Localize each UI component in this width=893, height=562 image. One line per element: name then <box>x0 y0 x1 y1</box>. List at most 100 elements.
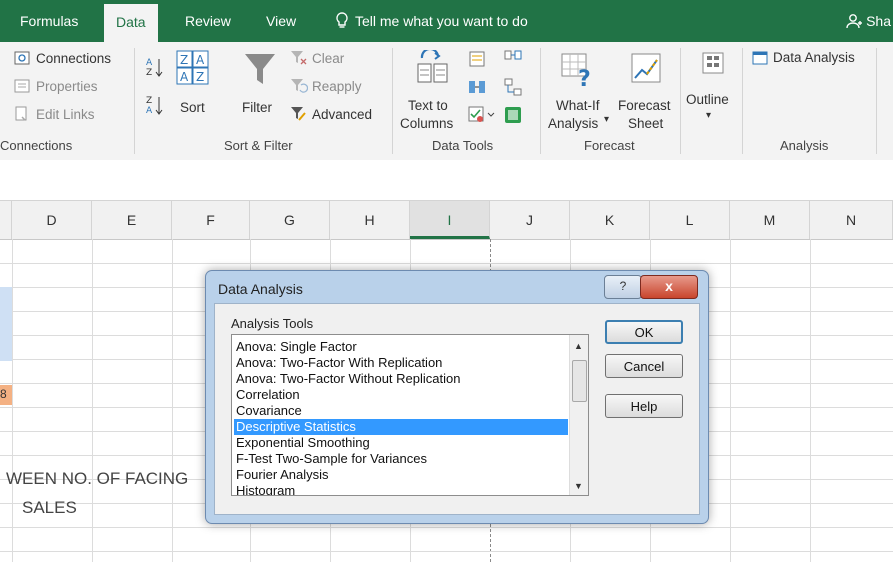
column-header-i[interactable]: I <box>410 201 490 239</box>
cancel-button[interactable]: Cancel <box>605 354 683 378</box>
dialog-close-button[interactable]: x <box>640 275 698 299</box>
outline-icon <box>702 52 724 74</box>
ok-button[interactable]: OK <box>605 320 683 344</box>
data-model-icon <box>505 107 521 123</box>
data-tools-group-label: Data Tools <box>432 138 494 153</box>
column-header-e[interactable]: E <box>92 201 172 239</box>
forecast-label-2: Sheet <box>628 116 664 131</box>
listbox-scrollbar[interactable]: ▲ ▼ <box>569 335 588 495</box>
sort-icon: Z AA Z <box>176 50 209 85</box>
analysis-group-label: Analysis <box>780 138 829 153</box>
svg-text:Z: Z <box>146 68 152 78</box>
outline-button[interactable]: Outline ▾ <box>684 50 742 132</box>
properties-label: Properties <box>36 78 98 94</box>
edit-links-icon <box>15 106 27 121</box>
tab-data[interactable]: Data <box>104 4 158 42</box>
forecast-group-label: Forecast <box>584 138 635 153</box>
column-header-d[interactable]: D <box>12 201 92 239</box>
forecast-label-1: Forecast <box>618 98 671 113</box>
advanced-filter-icon <box>291 107 306 121</box>
filter-button[interactable]: Filter <box>240 50 280 132</box>
filter-label: Filter <box>242 100 272 115</box>
consolidate-button[interactable] <box>504 50 522 71</box>
tab-formulas[interactable]: Formulas <box>20 0 78 42</box>
column-header-g[interactable]: G <box>250 201 330 239</box>
sort-z-a-button[interactable]: ZA <box>146 94 164 119</box>
edit-links-button[interactable]: Edit Links <box>14 106 95 122</box>
data-analysis-icon <box>752 51 768 64</box>
clear-label: Clear <box>312 50 345 66</box>
orange-cell-value: 8 <box>0 387 7 401</box>
column-header-h[interactable]: H <box>330 201 410 239</box>
scroll-down-arrow-icon[interactable]: ▼ <box>574 481 583 491</box>
analysis-tools-listbox[interactable]: Anova: Single Factor Anova: Two-Factor W… <box>231 334 589 496</box>
sort-label: Sort <box>180 100 205 115</box>
dialog-help-button[interactable]: ? <box>604 275 642 299</box>
list-item-selected[interactable]: Descriptive Statistics <box>234 419 568 435</box>
list-item[interactable]: Anova: Two-Factor With Replication <box>236 355 442 371</box>
reapply-icon <box>291 79 308 93</box>
list-item[interactable]: Anova: Single Factor <box>236 339 357 355</box>
dialog-body: Analysis Tools Anova: Single Factor Anov… <box>214 303 700 515</box>
group-separator <box>876 48 877 154</box>
group-separator <box>742 48 743 154</box>
properties-button[interactable]: Properties <box>14 78 98 94</box>
sheet-heading-line-1: WEEN NO. OF FACING <box>6 469 189 488</box>
connections-button[interactable]: Connections <box>14 50 111 66</box>
list-item[interactable]: Covariance <box>236 403 302 419</box>
list-item[interactable]: Anova: Two-Factor Without Replication <box>236 371 460 387</box>
text-to-columns-button[interactable]: Text to Columns <box>400 48 466 134</box>
sort-descending-icon: ZA <box>146 96 163 116</box>
advanced-button[interactable]: Advanced <box>290 106 372 122</box>
what-if-label-1: What-If <box>556 98 600 113</box>
lightbulb-icon <box>336 12 348 28</box>
scroll-up-arrow-icon[interactable]: ▲ <box>574 341 583 351</box>
manage-data-model-button[interactable] <box>504 106 522 127</box>
ribbon: Connections Properties Edit Links Connec… <box>0 42 893 161</box>
remove-duplicates-icon <box>469 81 485 93</box>
sort-a-z-button[interactable]: AZ <box>146 56 164 81</box>
edit-links-label: Edit Links <box>36 106 95 122</box>
remove-duplicates-button[interactable] <box>468 78 486 99</box>
column-header-partial[interactable] <box>0 201 12 239</box>
column-header-k[interactable]: K <box>570 201 650 239</box>
column-header-l[interactable]: L <box>650 201 730 239</box>
column-header-j[interactable]: J <box>490 201 570 239</box>
flash-fill-button[interactable] <box>468 50 486 71</box>
tell-me-box[interactable]: Tell me what you want to do <box>335 0 528 42</box>
column-header-f[interactable]: F <box>172 201 250 239</box>
column-header-n[interactable]: N <box>810 201 893 239</box>
list-item[interactable]: Correlation <box>236 387 300 403</box>
list-item[interactable]: F-Test Two-Sample for Variances <box>236 451 427 467</box>
relationships-button[interactable] <box>504 78 522 99</box>
share-button[interactable]: Sha <box>846 0 891 42</box>
reapply-button[interactable]: Reapply <box>290 78 362 94</box>
what-if-analysis-button[interactable]: ? What-If Analysis ▾ <box>548 48 614 134</box>
tab-view[interactable]: View <box>266 0 296 42</box>
data-analysis-button[interactable]: Data Analysis <box>752 50 855 65</box>
list-item[interactable]: Fourier Analysis <box>236 467 328 483</box>
svg-text:A: A <box>180 70 189 84</box>
connections-label: Connections <box>36 50 112 66</box>
group-separator <box>134 48 135 154</box>
sort-button[interactable]: ZAAZ Sort <box>176 50 212 132</box>
svg-text:Z: Z <box>146 96 152 106</box>
help-button[interactable]: Help <box>605 394 683 418</box>
consolidate-icon <box>504 50 522 60</box>
list-item[interactable]: Histogram <box>236 483 295 495</box>
list-item[interactable]: Exponential Smoothing <box>236 435 370 451</box>
person-icon <box>846 14 863 29</box>
column-header-m[interactable]: M <box>730 201 810 239</box>
advanced-label: Advanced <box>312 106 373 122</box>
forecast-sheet-button[interactable]: Forecast Sheet <box>616 48 676 134</box>
clear-button[interactable]: Clear <box>290 50 344 66</box>
tab-review[interactable]: Review <box>185 0 231 42</box>
orange-cell-fill: 8 <box>0 385 12 405</box>
share-label: Sha <box>866 13 891 29</box>
text-to-columns-label-1: Text to <box>408 98 448 113</box>
scrollbar-thumb[interactable] <box>572 360 587 402</box>
svg-text:A: A <box>196 53 205 67</box>
data-validation-button[interactable] <box>468 106 498 127</box>
svg-text:A: A <box>146 58 153 68</box>
text-to-columns-icon <box>417 50 448 83</box>
